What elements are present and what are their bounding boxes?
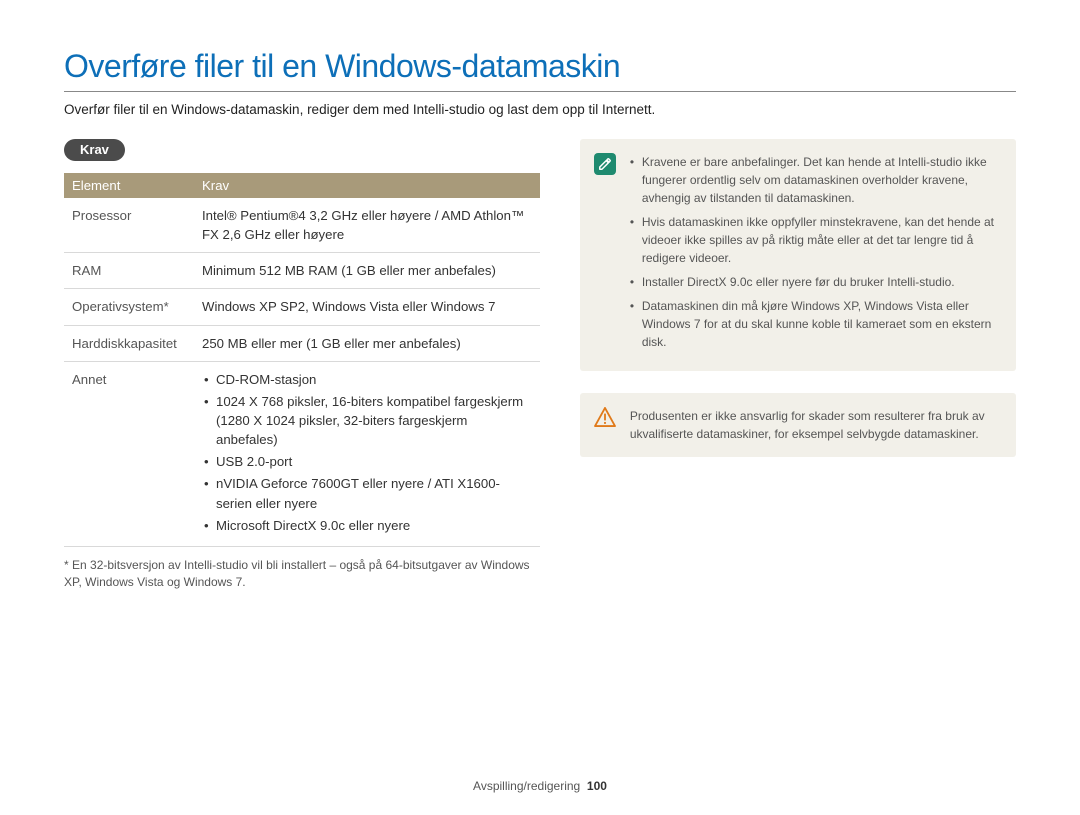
right-column: Kravene er bare anbefalinger. Det kan he…	[580, 139, 1016, 479]
cell-label: Prosessor	[64, 198, 194, 253]
cell-label: Harddiskkapasitet	[64, 325, 194, 361]
table-row: Prosessor Intel® Pentium®4 3,2 GHz eller…	[64, 198, 540, 253]
left-column: Krav Element Krav Prosessor Intel® Penti…	[64, 139, 540, 590]
warning-triangle-icon	[594, 407, 616, 427]
cell-label: Annet	[64, 361, 194, 546]
cell-label: Operativsystem*	[64, 289, 194, 325]
table-row: Operativsystem* Windows XP SP2, Windows …	[64, 289, 540, 325]
intro-text: Overfør filer til en Windows-datamaskin,…	[64, 102, 1016, 117]
pencil-icon	[598, 157, 612, 171]
list-item: USB 2.0-port	[202, 452, 532, 471]
page-footer: Avspilling/redigering 100	[0, 779, 1080, 793]
header-krav: Krav	[194, 173, 540, 198]
requirements-table: Element Krav Prosessor Intel® Pentium®4 …	[64, 173, 540, 547]
list-item: Installer DirectX 9.0c eller nyere før d…	[630, 273, 1000, 291]
cell-value: Windows XP SP2, Windows Vista eller Wind…	[194, 289, 540, 325]
content-columns: Krav Element Krav Prosessor Intel® Penti…	[64, 139, 1016, 590]
list-item: Hvis datamaskinen ikke oppfyller minstek…	[630, 213, 1000, 267]
section-label: Krav	[64, 139, 125, 161]
list-item: CD-ROM-stasjon	[202, 370, 532, 389]
table-row: RAM Minimum 512 MB RAM (1 GB eller mer a…	[64, 253, 540, 289]
note-info-icon	[594, 153, 616, 175]
table-row: Harddiskkapasitet 250 MB eller mer (1 GB…	[64, 325, 540, 361]
list-item: nVIDIA Geforce 7600GT eller nyere / ATI …	[202, 474, 532, 512]
cell-value: 250 MB eller mer (1 GB eller mer anbefal…	[194, 325, 540, 361]
title-divider	[64, 91, 1016, 92]
header-element: Element	[64, 173, 194, 198]
footnote: * En 32-bitsversjon av Intelli-studio vi…	[64, 557, 540, 591]
table-row-annet: Annet CD-ROM-stasjon 1024 X 768 piksler,…	[64, 361, 540, 546]
annet-list: CD-ROM-stasjon 1024 X 768 piksler, 16-bi…	[202, 370, 532, 535]
table-header-row: Element Krav	[64, 173, 540, 198]
cell-value: Intel® Pentium®4 3,2 GHz eller høyere / …	[194, 198, 540, 253]
list-item: Kravene er bare anbefalinger. Det kan he…	[630, 153, 1000, 207]
footer-section: Avspilling/redigering	[473, 779, 580, 793]
list-item: 1024 X 768 piksler, 16-biters kompatibel…	[202, 392, 532, 449]
list-item: Microsoft DirectX 9.0c eller nyere	[202, 516, 532, 535]
footer-page: 100	[587, 779, 607, 793]
warning-icon	[594, 407, 616, 432]
cell-value-list: CD-ROM-stasjon 1024 X 768 piksler, 16-bi…	[194, 361, 540, 546]
document-page: Overføre filer til en Windows-datamaskin…	[0, 0, 1080, 590]
page-title: Overføre filer til en Windows-datamaskin	[64, 48, 1016, 85]
list-item: Datamaskinen din må kjøre Windows XP, Wi…	[630, 297, 1000, 351]
note-box-warning: Produsenten er ikke ansvarlig for skader…	[580, 393, 1016, 457]
cell-label: RAM	[64, 253, 194, 289]
note-box-info: Kravene er bare anbefalinger. Det kan he…	[580, 139, 1016, 371]
info-list: Kravene er bare anbefalinger. Det kan he…	[630, 153, 1000, 351]
warning-text: Produsenten er ikke ansvarlig for skader…	[630, 407, 1000, 443]
cell-value: Minimum 512 MB RAM (1 GB eller mer anbef…	[194, 253, 540, 289]
